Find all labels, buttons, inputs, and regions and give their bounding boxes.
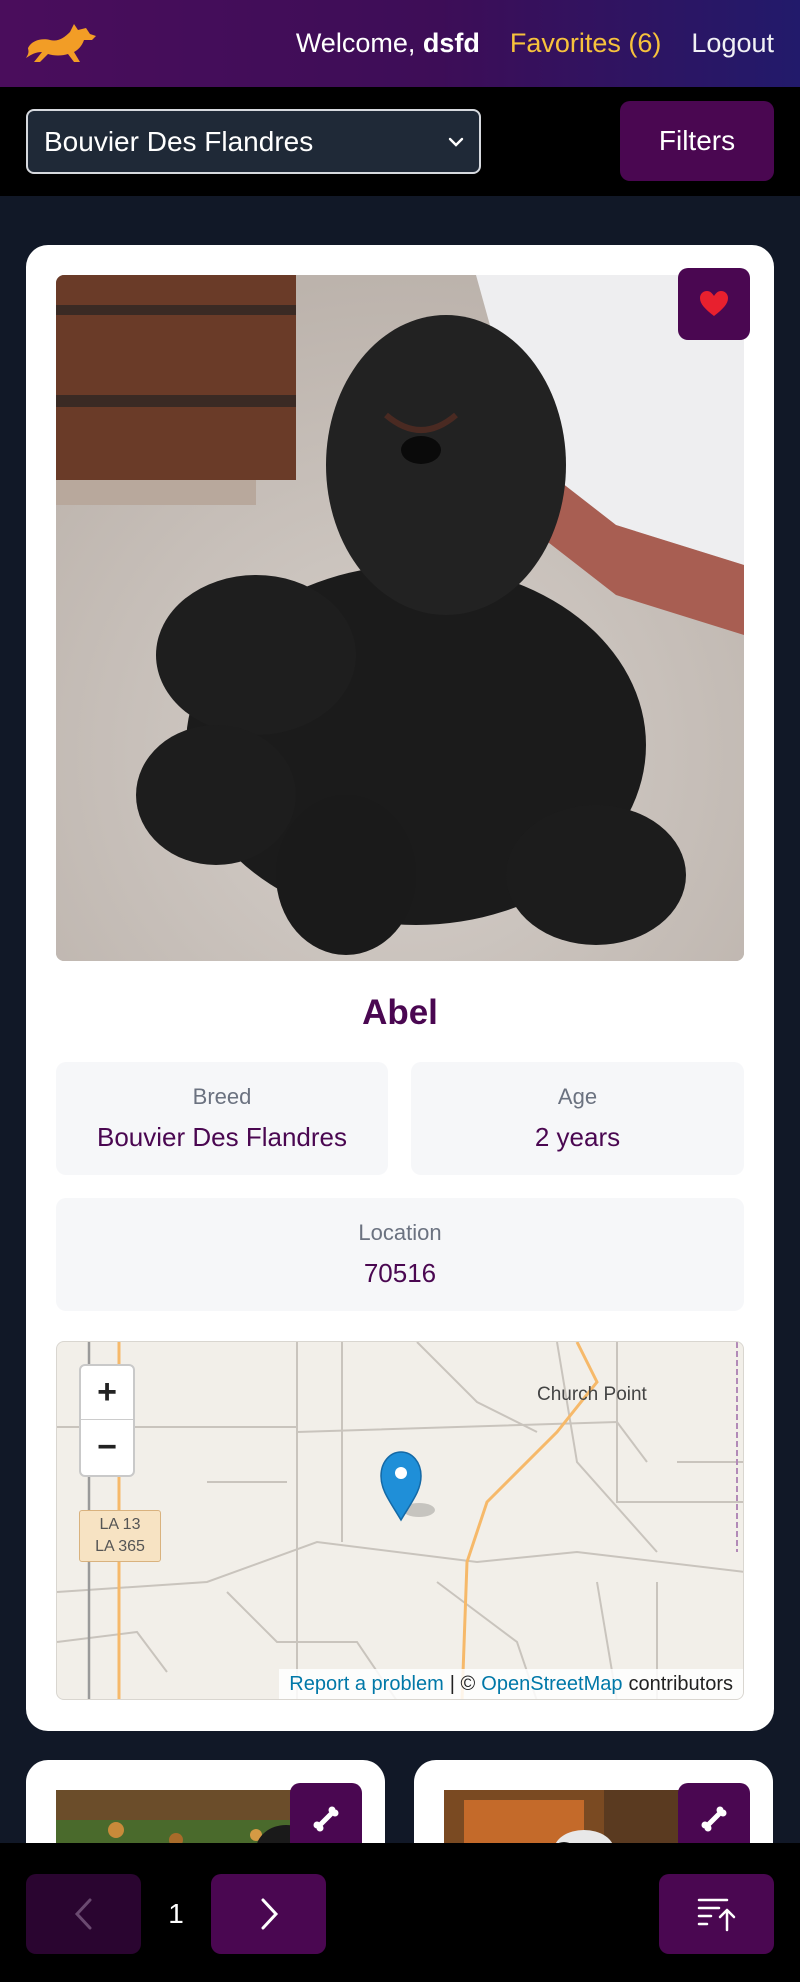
dog-name: Abel: [362, 993, 438, 1032]
current-page: 1: [168, 1898, 184, 1929]
next-page-button[interactable]: [211, 1874, 326, 1954]
breed-value: Bouvier Des Flandres: [97, 1122, 347, 1152]
map-zoom-control: + −: [79, 1364, 135, 1477]
running-dog-icon[interactable]: [24, 18, 100, 68]
top-nav: Welcome, dsfd Favorites (6) Logout: [296, 0, 774, 87]
location-info: Location 70516: [56, 1198, 744, 1311]
road-shield: LA 13 LA 365: [79, 1510, 161, 1562]
chevron-down-icon: [448, 137, 464, 147]
chevron-left-icon: [74, 1898, 91, 1930]
pagination-bar: 1: [0, 1843, 800, 1982]
report-problem-link[interactable]: Report a problem: [289, 1673, 444, 1696]
age-label: Age: [557, 1084, 598, 1109]
location-map[interactable]: + − Church Point LA 13 LA 365 Report a p…: [56, 1341, 744, 1700]
prev-page-button[interactable]: [26, 1874, 141, 1954]
heart-icon: [700, 291, 728, 316]
favorite-button[interactable]: [678, 268, 750, 340]
breed-label: Breed: [192, 1084, 252, 1109]
zoom-in-button[interactable]: +: [81, 1366, 133, 1420]
location-label: Location: [358, 1220, 442, 1245]
age-info: Age 2 years: [411, 1062, 744, 1175]
sort-ascending-icon: [697, 1898, 735, 1932]
filters-button[interactable]: Filters: [620, 101, 774, 181]
chevron-right-icon: [261, 1898, 278, 1930]
map-place-label: Church Point: [537, 1384, 647, 1405]
logout-link[interactable]: Logout: [691, 28, 774, 59]
sort-button[interactable]: [659, 1874, 774, 1954]
favorites-link[interactable]: Favorites (6): [510, 28, 662, 59]
bone-icon: [313, 1806, 339, 1832]
map-attribution: Report a problem | © OpenStreetMap contr…: [279, 1669, 743, 1699]
dog-photo: [56, 275, 744, 961]
breed-select[interactable]: Bouvier Des Flandres: [26, 109, 481, 174]
openstreetmap-link[interactable]: OpenStreetMap: [481, 1673, 622, 1696]
breed-info: Breed Bouvier Des Flandres: [56, 1062, 388, 1175]
dog-card: Abel Breed Bouvier Des Flandres Age 2 ye…: [26, 245, 774, 1731]
welcome-text: Welcome, dsfd: [295, 28, 480, 58]
bone-icon: [701, 1806, 727, 1832]
username: dsfd: [422, 28, 480, 58]
filter-toolbar: Bouvier Des Flandres Filters: [0, 87, 800, 196]
age-value: 2 years: [534, 1122, 621, 1152]
breed-select-value: Bouvier Des Flandres: [44, 125, 314, 157]
zoom-out-button[interactable]: −: [81, 1420, 133, 1474]
location-value: 70516: [363, 1258, 437, 1288]
app-header: Welcome, dsfd Favorites (6) Logout: [0, 0, 800, 87]
map-pin-icon[interactable]: [379, 1448, 435, 1524]
